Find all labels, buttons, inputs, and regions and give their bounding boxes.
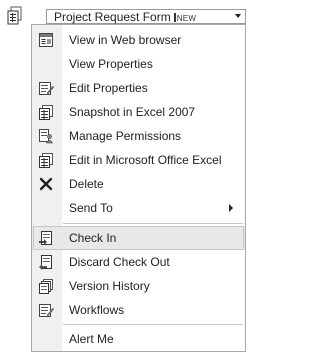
menu-item-label: Edit in Microsoft Office Excel — [69, 153, 222, 167]
menu-item-view-in-web-browser[interactable]: View in Web browser — [32, 28, 245, 52]
edit-properties-icon — [39, 82, 54, 95]
delete-x-icon — [39, 177, 53, 191]
menu-item-label: Snapshot in Excel 2007 — [69, 105, 196, 119]
menu-item-version-history[interactable]: Version History — [32, 274, 245, 298]
web-page-icon — [39, 33, 53, 47]
menu-item-label: Alert Me — [69, 332, 114, 346]
discard-checkout-icon — [39, 255, 52, 270]
menu-item-label: Discard Check Out — [69, 255, 170, 269]
menu-separator — [63, 223, 243, 224]
menu-item-label: Edit Properties — [69, 81, 148, 95]
chevron-down-icon[interactable] — [235, 14, 241, 18]
check-in-icon — [39, 231, 52, 245]
workflows-icon — [39, 304, 54, 317]
excel-document-icon — [7, 6, 22, 25]
document-title-dropdown[interactable]: Project Request Form NEW — [46, 9, 246, 24]
menu-item-label: Workflows — [69, 303, 125, 317]
menu-item-label: Delete — [69, 177, 104, 191]
menu-item-edit-properties[interactable]: Edit Properties — [32, 76, 245, 100]
menu-item-delete[interactable]: Delete — [32, 172, 245, 196]
menu-item-snapshot-in-excel[interactable]: Snapshot in Excel 2007 — [32, 100, 245, 124]
menu-item-label: View in Web browser — [69, 33, 182, 47]
menu-item-view-properties[interactable]: View Properties — [32, 52, 245, 76]
menu-item-discard-check-out[interactable]: Discard Check Out — [32, 250, 245, 274]
menu-item-label: Send To — [69, 201, 113, 215]
menu-item-send-to[interactable]: Send To — [32, 196, 245, 220]
document-title: Project Request Form — [54, 10, 171, 24]
menu-item-manage-permissions[interactable]: Manage Permissions — [32, 124, 245, 148]
version-history-icon — [39, 279, 53, 294]
permissions-icon — [39, 129, 54, 144]
menu-item-workflows[interactable]: Workflows — [32, 298, 245, 322]
menu-separator — [63, 324, 243, 325]
menu-item-alert-me[interactable]: Alert Me — [32, 327, 245, 351]
menu-item-label: Version History — [69, 279, 150, 293]
new-badge: NEW — [176, 14, 197, 23]
menu-item-check-in[interactable]: Check In — [32, 226, 245, 250]
excel-snapshot-icon — [39, 105, 53, 120]
menu-item-edit-in-excel[interactable]: Edit in Microsoft Office Excel — [32, 148, 245, 172]
new-marker — [173, 13, 176, 22]
menu-item-label: View Properties — [69, 57, 153, 71]
chevron-right-icon — [229, 204, 233, 212]
menu-item-label: Check In — [69, 231, 117, 245]
excel-edit-icon — [39, 153, 53, 168]
selection-highlight — [33, 226, 244, 250]
menu-item-label: Manage Permissions — [69, 129, 182, 143]
context-menu: View in Web browser View Properties Edit… — [31, 24, 246, 352]
